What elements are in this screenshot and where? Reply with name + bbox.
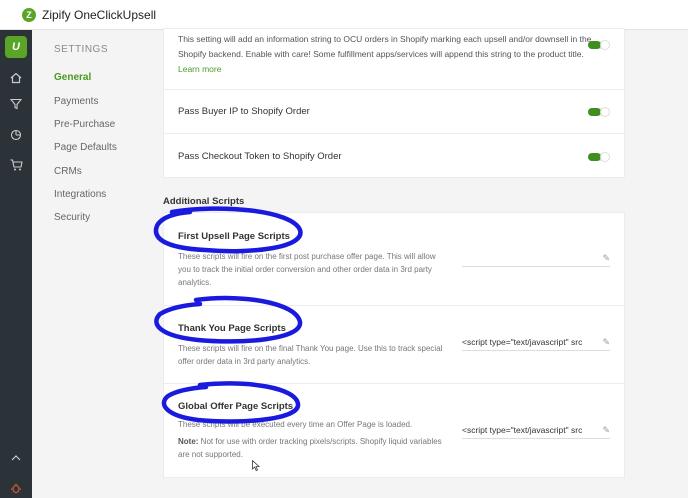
mouse-cursor-icon (252, 460, 260, 471)
annotation-circle-thank-you (154, 295, 303, 344)
annotation-circle-global-offer (161, 381, 301, 424)
annotation-circle-first-upsell (153, 206, 303, 254)
highlight-annotations (153, 206, 303, 424)
